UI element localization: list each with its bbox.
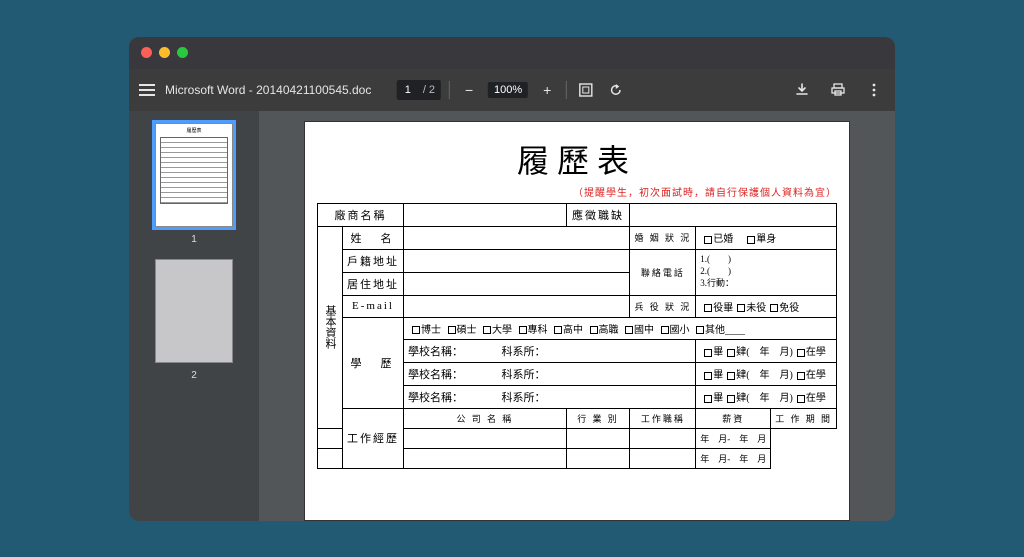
marital-label: 婚 姻 狀 況 xyxy=(630,226,696,249)
divider xyxy=(566,81,567,99)
more-icon[interactable] xyxy=(863,79,885,101)
edu-status: 畢肄( 年 月)在學 xyxy=(696,385,837,408)
military-options: 役畢未役免役 xyxy=(696,295,837,317)
name-label: 姓 名 xyxy=(343,226,404,249)
th-industry: 行 業 別 xyxy=(566,408,630,428)
page-input[interactable] xyxy=(397,82,419,98)
warning-text: （提醒學生，初次面試時，請自行保護個人資料為宜） xyxy=(317,184,837,199)
edu-row: 學校名稱： 科系所： xyxy=(404,339,696,362)
email-label: E-mail xyxy=(343,295,404,317)
th-company: 公 司 名 稱 xyxy=(404,408,567,428)
phone-lines: 1.( )2.( )3.行動： xyxy=(696,249,837,295)
titlebar xyxy=(129,37,895,69)
minimize-icon[interactable] xyxy=(159,47,170,58)
phone-label: 聯絡電話 xyxy=(630,249,696,295)
edu-status: 畢肄( 年 月)在學 xyxy=(696,362,837,385)
maximize-icon[interactable] xyxy=(177,47,188,58)
section-basic: 基本資料 xyxy=(318,226,343,428)
th-salary: 薪資 xyxy=(696,408,771,428)
pdf-toolbar: Microsoft Word - 20140421100545.doc / 2 … xyxy=(129,69,895,111)
work-label: 工作經歷 xyxy=(343,408,404,468)
th-period: 工 作 期 間 xyxy=(771,408,837,428)
edu-levels: 博士 碩士 大學 專科 高中 高職 國中 國小 其他____ xyxy=(404,317,837,339)
resume-table: 廠商名稱 應徵職缺 基本資料 姓 名 婚 姻 狀 況 已婚 單身 xyxy=(317,203,837,469)
th-title: 工作職稱 xyxy=(630,408,696,428)
military-label: 兵 役 狀 況 xyxy=(630,295,696,317)
thumbnail-panel: 履歷表 1 2 xyxy=(129,111,259,521)
rotate-button[interactable] xyxy=(605,79,627,101)
zoom-in-button[interactable]: + xyxy=(536,79,558,101)
edu-row: 學校名稱： 科系所： xyxy=(404,385,696,408)
thumbnail-1[interactable]: 履歷表 xyxy=(155,123,233,227)
filename: Microsoft Word - 20140421100545.doc xyxy=(165,83,371,97)
thumbnail-1-label: 1 xyxy=(191,234,197,245)
edu-status: 畢肄( 年 月)在學 xyxy=(696,339,837,362)
reg-addr-label: 戶籍地址 xyxy=(343,249,404,272)
page-total: / 2 xyxy=(423,84,441,96)
zoom-level[interactable]: 100% xyxy=(488,82,528,98)
page-box: / 2 xyxy=(397,80,441,100)
edu-label: 學 歷 xyxy=(343,317,404,408)
zoom-out-button[interactable]: − xyxy=(458,79,480,101)
vendor-label: 廠商名稱 xyxy=(318,203,404,226)
close-icon[interactable] xyxy=(141,47,152,58)
page-title: 履歷表 xyxy=(317,136,837,182)
page-1: 履歷表 （提醒學生，初次面試時，請自行保護個人資料為宜） 廠商名稱 應徵職缺 基… xyxy=(304,121,850,521)
post-label: 應徵職缺 xyxy=(566,203,630,226)
print-button[interactable] xyxy=(827,79,849,101)
divider xyxy=(449,81,450,99)
edu-row: 學校名稱： 科系所： xyxy=(404,362,696,385)
thumbnail-2[interactable] xyxy=(155,259,233,363)
mac-window: Microsoft Word - 20140421100545.doc / 2 … xyxy=(129,37,895,521)
fit-page-button[interactable] xyxy=(575,79,597,101)
live-addr-label: 居住地址 xyxy=(343,272,404,295)
marital-options: 已婚 單身 xyxy=(696,226,837,249)
menu-icon[interactable] xyxy=(139,84,155,96)
document-area[interactable]: 履歷表 （提醒學生，初次面試時，請自行保護個人資料為宜） 廠商名稱 應徵職缺 基… xyxy=(259,111,895,521)
thumbnail-2-label: 2 xyxy=(191,370,197,381)
download-button[interactable] xyxy=(791,79,813,101)
